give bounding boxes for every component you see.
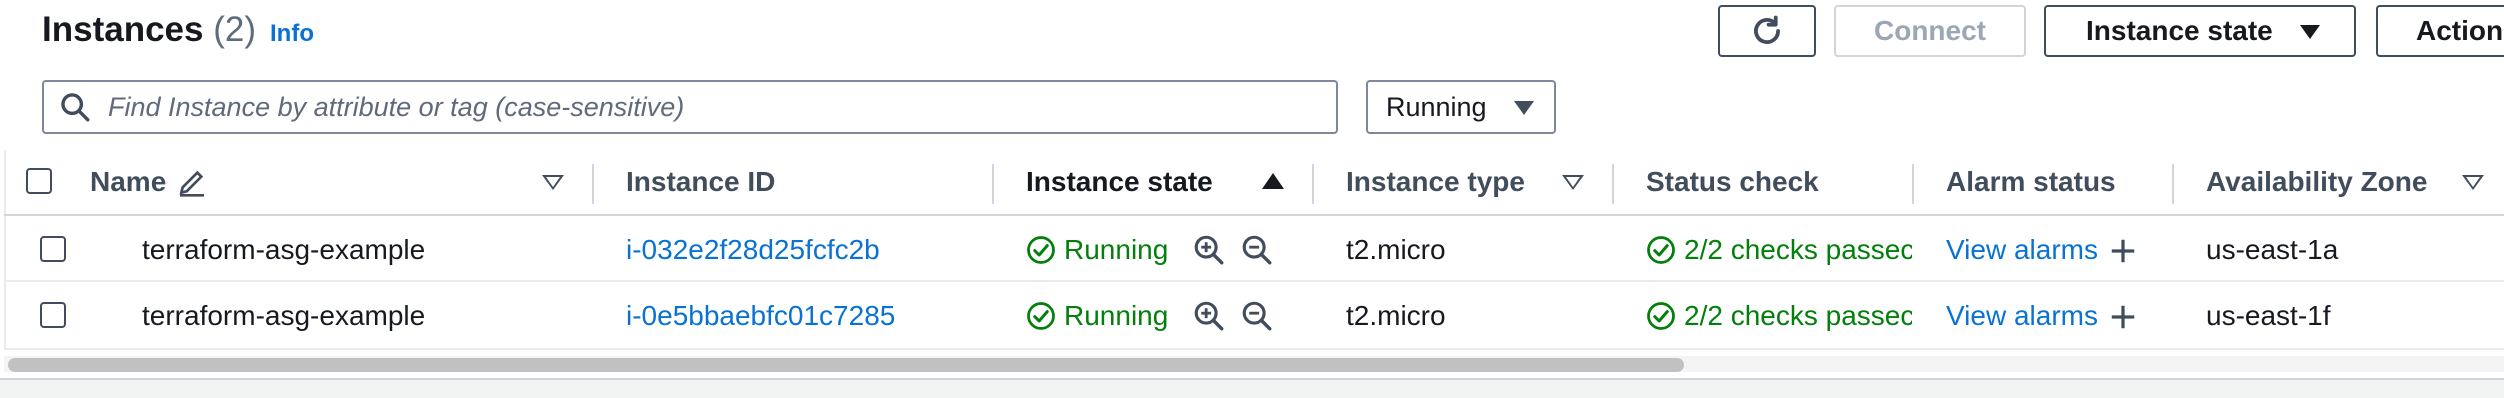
refresh-button[interactable] [1718, 5, 1816, 57]
instance-id-link[interactable]: i-0e5bbaebfc01c7285 [626, 296, 895, 336]
check-circle-icon [1647, 236, 1675, 264]
instance-state-label: Instance state [2086, 15, 2273, 46]
instance-state-cell: Running [1026, 230, 1168, 270]
search-box[interactable] [42, 80, 1338, 134]
column-separator[interactable] [1612, 164, 1614, 204]
instance-name: terraform-asg-example [142, 300, 426, 331]
column-separator[interactable] [992, 164, 994, 204]
sort-indicator-icon[interactable] [2462, 175, 2484, 190]
check-circle-icon [1027, 236, 1055, 264]
instance-count: (2) [213, 10, 256, 49]
table-header: Name Instance ID Instance state Instance… [0, 150, 2504, 214]
instance-state-button[interactable]: Instance state [2044, 5, 2356, 57]
column-header-instance-type[interactable]: Instance type [1346, 150, 1525, 214]
actions-label: Action [2416, 15, 2504, 46]
status-check-value: 2/2 checks passec [1684, 300, 1912, 331]
state-filter-select[interactable]: Running [1366, 80, 1556, 134]
plus-icon[interactable] [2108, 236, 2138, 266]
sort-ascending-icon[interactable] [1262, 173, 1284, 189]
column-separator[interactable] [1912, 164, 1914, 204]
footer-area [0, 380, 2504, 398]
instance-state-value: Running [1064, 234, 1169, 265]
zoom-out-icon[interactable] [1240, 233, 1274, 267]
column-separator[interactable] [2172, 164, 2174, 204]
row-checkbox[interactable] [40, 302, 66, 328]
instance-name: terraform-asg-example [142, 234, 426, 265]
instance-type-value: t2.micro [1346, 300, 1446, 331]
row-divider [4, 348, 2504, 350]
refresh-icon [1754, 15, 1780, 44]
column-label-name: Name [90, 166, 167, 197]
connect-button[interactable]: Connect [1834, 5, 2026, 57]
status-check-cell: 2/2 checks passec [1646, 296, 1912, 336]
row-divider [4, 280, 2504, 282]
page-title: Instances (2) [42, 10, 256, 50]
select-all-checkbox[interactable] [26, 168, 52, 194]
search-input[interactable] [106, 90, 1310, 124]
actions-button[interactable]: Action [2376, 5, 2504, 57]
plus-icon[interactable] [2108, 302, 2138, 332]
instance-id-link[interactable]: i-032e2f28d25fcfc2b [626, 230, 880, 270]
column-header-availability-zone[interactable]: Availability Zone [2206, 150, 2427, 214]
instance-state-cell: Running [1026, 296, 1168, 336]
row-checkbox[interactable] [40, 236, 66, 262]
column-header-instance-id[interactable]: Instance ID [626, 150, 775, 214]
caret-down-icon [2300, 25, 2320, 39]
info-link[interactable]: Info [270, 20, 314, 48]
instance-type-value: t2.micro [1346, 234, 1446, 265]
column-header-name[interactable]: Name [90, 150, 208, 214]
check-circle-icon [1027, 302, 1055, 330]
state-filter-value: Running [1386, 91, 1487, 122]
scrollbar-thumb[interactable] [8, 358, 1684, 372]
header-divider [4, 214, 2504, 216]
zoom-out-icon[interactable] [1240, 299, 1274, 333]
view-alarms-link[interactable]: View alarms [1946, 230, 2098, 270]
status-check-value: 2/2 checks passec [1684, 234, 1912, 265]
view-alarms-link[interactable]: View alarms [1946, 296, 2098, 336]
check-circle-icon [1647, 302, 1675, 330]
column-header-instance-state[interactable]: Instance state [1026, 150, 1213, 214]
caret-down-icon [1514, 101, 1534, 115]
availability-zone-value: us-east-1a [2206, 234, 2339, 265]
availability-zone-value: us-east-1f [2206, 300, 2331, 331]
edit-pencil-icon[interactable] [176, 166, 208, 198]
status-check-cell: 2/2 checks passec [1646, 230, 1912, 270]
sort-indicator-icon[interactable] [542, 175, 564, 190]
instance-state-value: Running [1064, 300, 1169, 331]
column-separator[interactable] [592, 164, 594, 204]
zoom-in-icon[interactable] [1192, 233, 1226, 267]
column-header-alarm-status[interactable]: Alarm status [1946, 150, 2116, 214]
page-title-text: Instances [42, 10, 204, 49]
zoom-in-icon[interactable] [1192, 299, 1226, 333]
column-header-status-check[interactable]: Status check [1646, 150, 1819, 214]
column-separator[interactable] [1312, 164, 1314, 204]
search-icon [61, 93, 90, 122]
sort-indicator-icon[interactable] [1562, 175, 1584, 190]
